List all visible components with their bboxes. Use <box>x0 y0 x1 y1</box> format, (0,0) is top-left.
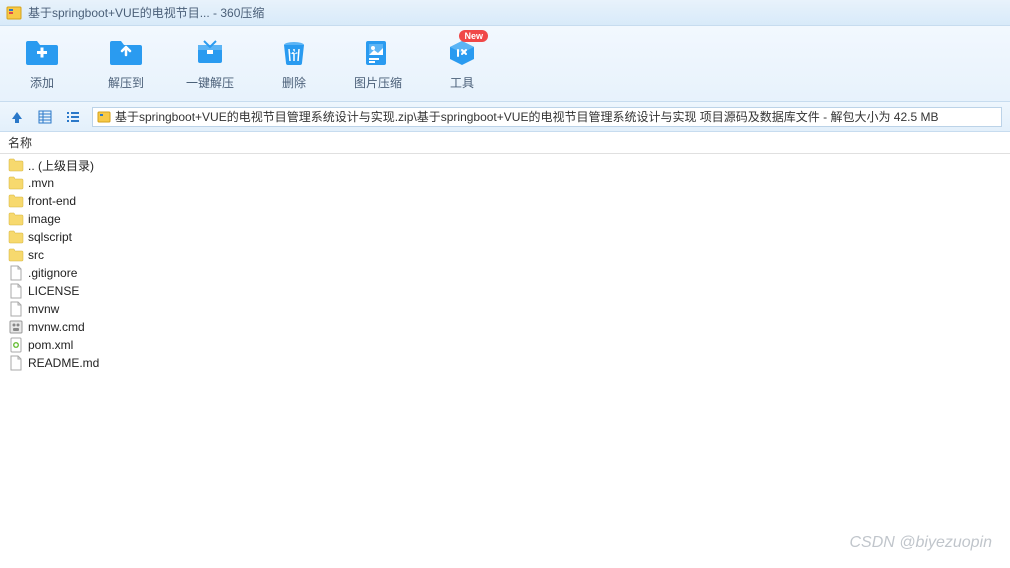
file-name: sqlscript <box>28 230 72 244</box>
file-row[interactable]: .. (上级目录) <box>6 156 1004 174</box>
folder-icon <box>8 175 24 191</box>
file-row[interactable]: front-end <box>6 192 1004 210</box>
file-name: .. (上级目录) <box>28 157 94 174</box>
watermark: CSDN @biyezuopin <box>849 534 992 552</box>
tools-label: 工具 <box>450 74 474 91</box>
file-row[interactable]: pom.xml <box>6 336 1004 354</box>
file-row[interactable]: image <box>6 210 1004 228</box>
extract-to-button[interactable]: 解压到 <box>94 36 158 91</box>
add-button[interactable]: 添加 <box>10 36 74 91</box>
extract-folder-icon <box>108 36 144 68</box>
xml-icon <box>8 337 24 353</box>
column-header[interactable]: 名称 <box>0 132 1010 154</box>
file-list: .. (上级目录) .mvn front-end image sqlscript src.… <box>0 154 1010 374</box>
up-arrow-icon[interactable] <box>8 108 26 126</box>
list-view-icon[interactable] <box>64 108 82 126</box>
file-name: pom.xml <box>28 338 73 352</box>
new-badge: New <box>459 30 488 42</box>
image-compress-button[interactable]: 图片压缩 <box>346 36 410 91</box>
folder-icon <box>8 157 24 173</box>
file-name: mvnw <box>28 302 59 316</box>
one-click-extract-button[interactable]: 一键解压 <box>178 36 242 91</box>
one-click-extract-label: 一键解压 <box>186 74 234 91</box>
extract-to-label: 解压到 <box>108 74 144 91</box>
file-name: mvnw.cmd <box>28 320 85 334</box>
folder-icon <box>8 229 24 245</box>
file-row[interactable]: LICENSE <box>6 282 1004 300</box>
file-name: LICENSE <box>28 284 79 298</box>
titlebar: 基于springboot+VUE的电视节目... - 360压缩 <box>0 0 1010 26</box>
file-row[interactable]: src <box>6 246 1004 264</box>
file-icon <box>8 265 24 281</box>
file-icon <box>8 301 24 317</box>
archive-icon <box>97 110 111 124</box>
cmd-icon <box>8 319 24 335</box>
nav-row: 基于springboot+VUE的电视节目管理系统设计与实现.zip\基于spr… <box>0 102 1010 132</box>
delete-label: 删除 <box>282 74 306 91</box>
file-icon <box>8 283 24 299</box>
column-name: 名称 <box>8 134 32 151</box>
file-row[interactable]: mvnw <box>6 300 1004 318</box>
folder-icon <box>8 247 24 263</box>
file-name: .mvn <box>28 176 54 190</box>
folder-icon <box>8 193 24 209</box>
path-field[interactable]: 基于springboot+VUE的电视节目管理系统设计与实现.zip\基于spr… <box>92 107 1002 127</box>
delete-button[interactable]: 删除 <box>262 36 326 91</box>
folder-icon <box>8 211 24 227</box>
file-row[interactable]: mvnw.cmd <box>6 318 1004 336</box>
add-label: 添加 <box>30 74 54 91</box>
file-name: front-end <box>28 194 76 208</box>
tools-button[interactable]: New 工具 <box>430 36 494 91</box>
toolbar: 添加 解压到 一键解压 <box>0 26 1010 102</box>
add-folder-icon <box>24 36 60 68</box>
nav-icons <box>8 108 82 126</box>
details-view-icon[interactable] <box>36 108 54 126</box>
image-compress-label: 图片压缩 <box>354 74 402 91</box>
file-row[interactable]: .mvn <box>6 174 1004 192</box>
file-icon <box>8 355 24 371</box>
file-name: .gitignore <box>28 266 77 280</box>
extract-box-icon <box>192 36 228 68</box>
file-row[interactable]: README.md <box>6 354 1004 372</box>
file-name: image <box>28 212 61 226</box>
file-name: README.md <box>28 356 99 370</box>
image-compress-icon <box>360 36 396 68</box>
app-icon <box>6 5 22 21</box>
window-title: 基于springboot+VUE的电视节目... - 360压缩 <box>28 4 264 21</box>
trash-icon <box>276 36 312 68</box>
file-name: src <box>28 248 44 262</box>
file-row[interactable]: .gitignore <box>6 264 1004 282</box>
path-text: 基于springboot+VUE的电视节目管理系统设计与实现.zip\基于spr… <box>115 108 938 125</box>
file-row[interactable]: sqlscript <box>6 228 1004 246</box>
